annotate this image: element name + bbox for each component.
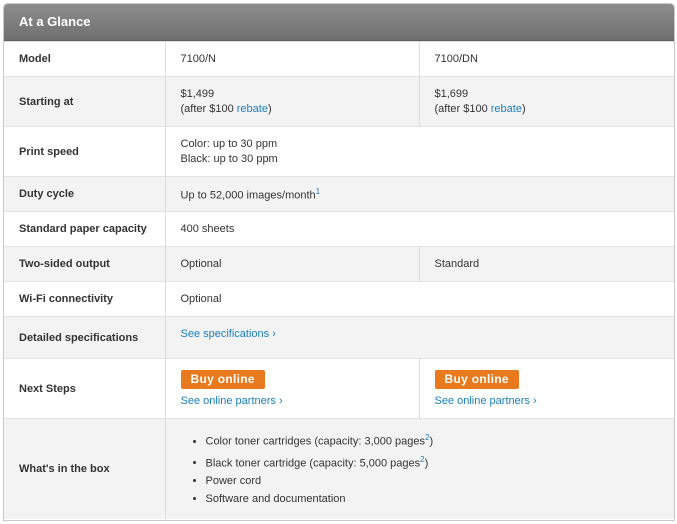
row-starting-at: Starting at $1,499 (after $100 rebate) $…: [4, 76, 674, 127]
box-contents-list: Color toner cartridges (capacity: 3,000 …: [181, 429, 660, 508]
price-note-text: (after $100: [434, 102, 491, 115]
row-label: Detailed specifications: [4, 316, 166, 359]
rebate-link[interactable]: rebate: [237, 103, 268, 115]
cell-next-steps-7100n: Buy online See online partners ›: [165, 358, 420, 419]
row-paper-capacity: Standard paper capacity 400 sheets: [4, 211, 674, 247]
row-model: Model 7100/N 7100/DN: [4, 41, 674, 77]
row-label: What's in the box: [4, 418, 166, 519]
cell-duty-cycle: Up to 52,000 images/month1: [165, 176, 674, 212]
panel-title: At a Glance: [4, 4, 674, 41]
rebate-link[interactable]: rebate: [491, 103, 522, 115]
item-text: Black toner cartridge (capacity: 5,000 p…: [205, 457, 421, 470]
row-detailed-specs: Detailed specifications See specificatio…: [4, 316, 674, 359]
row-label: Duty cycle: [4, 176, 166, 212]
duty-cycle-value: Up to 52,000 images/month: [180, 189, 316, 202]
item-text: Color toner cartridges (capacity: 3,000 …: [205, 435, 426, 448]
price-note-text: (after $100: [180, 102, 237, 115]
cell-paper-capacity: 400 sheets: [165, 211, 674, 247]
price-note-end: ): [267, 102, 272, 115]
price-note: (after $100 rebate): [435, 102, 660, 117]
row-label: Print speed: [4, 126, 166, 177]
cell-price-7100n: $1,499 (after $100 rebate): [165, 76, 420, 127]
row-duty-cycle: Duty cycle Up to 52,000 images/month1: [4, 176, 674, 212]
item-end: ): [424, 457, 429, 470]
black-speed: Black: up to 30 ppm: [180, 152, 278, 165]
cell-specs: See specifications ›: [165, 316, 674, 359]
cell-print-speed: Color: up to 30 ppm Black: up to 30 ppm: [165, 126, 674, 177]
cell-two-sided-7100dn: Standard: [419, 246, 674, 282]
row-label: Next Steps: [4, 358, 166, 419]
see-online-partners-link[interactable]: See online partners ›: [435, 395, 537, 407]
color-speed: Color: up to 30 ppm: [180, 137, 278, 150]
cell-next-steps-7100dn: Buy online See online partners ›: [419, 358, 674, 419]
row-label: Standard paper capacity: [4, 211, 166, 247]
list-item: Power cord: [206, 472, 660, 490]
list-item: Black toner cartridge (capacity: 5,000 p…: [206, 451, 660, 473]
buy-online-button[interactable]: Buy online: [434, 370, 519, 389]
row-label: Two-sided output: [4, 246, 166, 282]
cell-two-sided-7100n: Optional: [165, 246, 420, 282]
buy-online-button[interactable]: Buy online: [180, 370, 265, 389]
price-note: (after $100 rebate): [181, 102, 404, 117]
cell-model-7100n: 7100/N: [165, 41, 420, 77]
specs-table: Model 7100/N 7100/DN Starting at $1,499 …: [4, 41, 674, 519]
row-two-sided: Two-sided output Optional Standard: [4, 246, 674, 282]
cell-wifi: Optional: [165, 281, 674, 317]
price-value: $1,699: [434, 87, 469, 100]
list-item: Color toner cartridges (capacity: 3,000 …: [206, 429, 660, 451]
row-label: Starting at: [4, 76, 166, 127]
price-note-end: ): [521, 102, 526, 115]
see-specifications-link[interactable]: See specifications ›: [181, 328, 276, 340]
footnote-link[interactable]: 1: [316, 187, 320, 196]
row-whats-in-box: What's in the box Color toner cartridges…: [4, 418, 674, 519]
see-online-partners-link[interactable]: See online partners ›: [181, 395, 283, 407]
price-value: $1,499: [180, 87, 215, 100]
cell-model-7100dn: 7100/DN: [419, 41, 674, 77]
row-label: Model: [4, 41, 166, 77]
row-label: Wi-Fi connectivity: [4, 281, 166, 317]
row-print-speed: Print speed Color: up to 30 ppm Black: u…: [4, 126, 674, 177]
item-end: ): [429, 435, 434, 448]
row-next-steps: Next Steps Buy online See online partner…: [4, 358, 674, 419]
row-wifi: Wi-Fi connectivity Optional: [4, 281, 674, 317]
list-item: Software and documentation: [206, 490, 660, 508]
at-a-glance-panel: At a Glance Model 7100/N 7100/DN Startin…: [3, 3, 675, 521]
cell-in-box: Color toner cartridges (capacity: 3,000 …: [165, 418, 674, 519]
cell-price-7100dn: $1,699 (after $100 rebate): [419, 76, 674, 127]
